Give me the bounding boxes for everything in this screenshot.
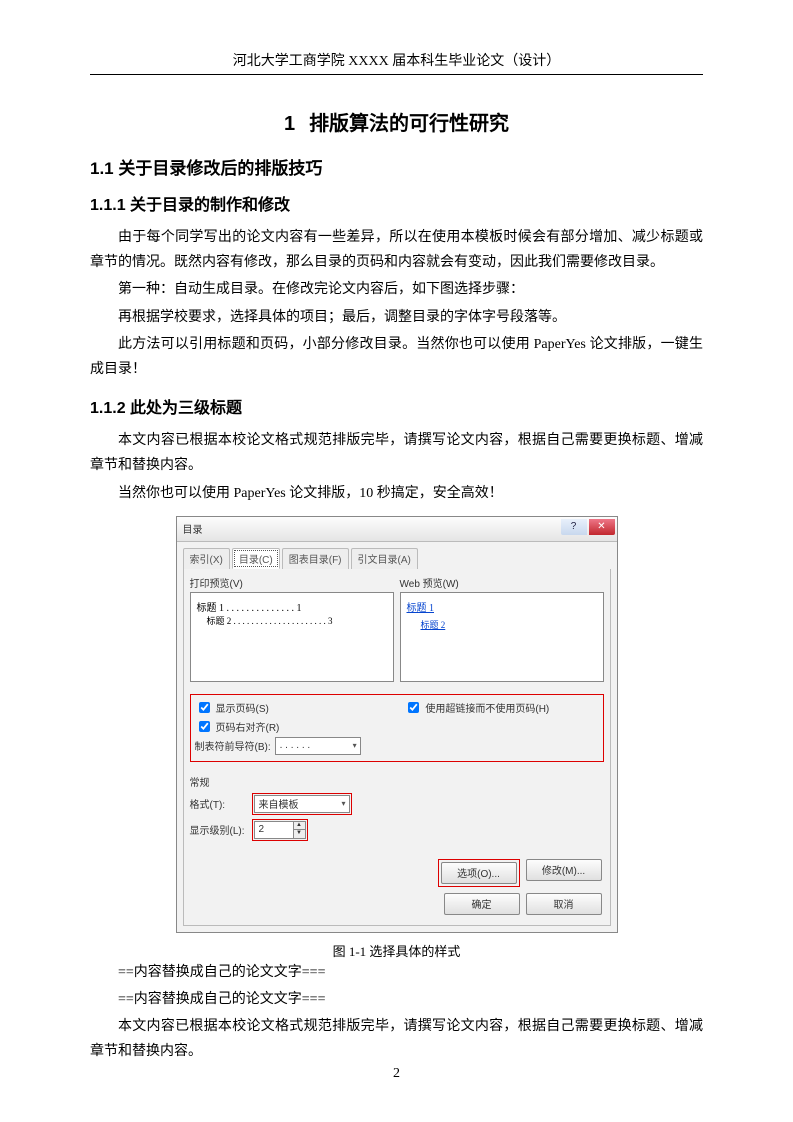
dialog-tabs: 索引(X) 目录(C) 图表目录(F) 引文目录(A) <box>177 542 617 569</box>
leader-value: . . . . . . <box>280 740 311 751</box>
body-paragraph: 此方法可以引用标题和页码，小部分修改目录。当然你也可以使用 PaperYes 论… <box>90 332 703 382</box>
format-label: 格式(T): <box>190 796 246 811</box>
web-preview-label: Web 预览(W) <box>400 575 604 590</box>
figure-caption: 图 1-1 选择具体的样式 <box>90 941 703 960</box>
print-preview-label: 打印预览(V) <box>190 575 394 590</box>
general-group-label: 常规 <box>190 774 604 789</box>
levels-highlight: 2 ▲▼ <box>252 819 308 841</box>
body-paragraph: 再根据学校要求，选择具体的项目；最后，调整目录的字体字号段落等。 <box>90 305 703 330</box>
ok-button[interactable]: 确定 <box>444 893 520 915</box>
checkbox-label: 使用超链接而不使用页码(H) <box>425 700 549 715</box>
cancel-button[interactable]: 取消 <box>526 893 602 915</box>
body-paragraph: ==内容替换成自己的论文文字=== <box>90 960 703 985</box>
checkbox-input[interactable] <box>199 721 210 732</box>
levels-value: 2 <box>259 824 265 835</box>
body-paragraph: 当然你也可以使用 PaperYes 论文排版，10 秒搞定，安全高效！ <box>90 481 703 506</box>
dialog-figure: 目录 ? ✕ 索引(X) 目录(C) 图表目录(F) 引文目录(A) 打印预览(… <box>90 516 703 933</box>
levels-spinner[interactable]: 2 ▲▼ <box>254 821 306 839</box>
heading-3: 1.1.2 此处为三级标题 <box>90 394 703 418</box>
web-preview-link[interactable]: 标题 2 <box>421 618 597 631</box>
checkbox-label: 页码右对齐(R) <box>216 719 280 734</box>
checkbox-show-pageno[interactable]: 显示页码(S) <box>195 699 399 716</box>
highlighted-options: 显示页码(S) 页码右对齐(R) 制表符前导符(B): . . . . . . <box>190 694 604 762</box>
h1-number: 1 <box>284 113 295 135</box>
modify-button[interactable]: 修改(M)... <box>526 859 602 881</box>
body-paragraph: 第一种：自动生成目录。在修改完论文内容后，如下图选择步骤： <box>90 277 703 302</box>
web-preview-box: 标题 1 标题 2 <box>400 592 604 682</box>
checkbox-right-align[interactable]: 页码右对齐(R) <box>195 718 399 735</box>
dialog-title: 目录 <box>183 521 203 536</box>
checkbox-hyperlinks[interactable]: 使用超链接而不使用页码(H) <box>404 699 598 716</box>
levels-label: 显示级别(L): <box>190 822 246 837</box>
leader-select[interactable]: . . . . . . <box>275 737 361 755</box>
dialog-titlebar: 目录 ? ✕ <box>177 517 617 542</box>
tab-figures[interactable]: 图表目录(F) <box>282 548 349 569</box>
body-paragraph: ==内容替换成自己的论文文字=== <box>90 987 703 1012</box>
body-paragraph: 由于每个同学写出的论文内容有一些差异，所以在使用本模板时候会有部分增加、减少标题… <box>90 225 703 275</box>
heading-2: 1.1 关于目录修改后的排版技巧 <box>90 154 703 179</box>
tab-toc[interactable]: 目录(C) <box>232 548 280 569</box>
print-preview-box: 标题 1 . . . . . . . . . . . . . . 1 标题 2 … <box>190 592 394 682</box>
checkbox-input[interactable] <box>199 702 210 713</box>
toc-preview-line: 标题 2 . . . . . . . . . . . . . . . . . .… <box>207 614 387 627</box>
body-paragraph: 本文内容已根据本校论文格式规范排版完毕，请撰写论文内容，根据自己需要更换标题、增… <box>90 428 703 478</box>
toc-preview-line: 标题 1 . . . . . . . . . . . . . . 1 <box>197 599 387 614</box>
close-icon[interactable]: ✕ <box>589 519 615 535</box>
tab-citations[interactable]: 引文目录(A) <box>351 548 418 569</box>
format-value: 来自模板 <box>259 796 299 811</box>
web-preview-link[interactable]: 标题 1 <box>407 603 435 614</box>
tab-index[interactable]: 索引(X) <box>183 548 230 569</box>
page-header: 河北大学工商学院 XXXX 届本科生毕业论文（设计） <box>90 50 703 75</box>
heading-3: 1.1.1 关于目录的制作和修改 <box>90 191 703 215</box>
h1-text: 排版算法的可行性研究 <box>309 113 509 135</box>
format-combo[interactable]: 来自模板 <box>254 795 350 813</box>
leader-label: 制表符前导符(B): <box>195 738 271 753</box>
checkbox-label: 显示页码(S) <box>216 700 269 715</box>
format-highlight: 来自模板 <box>252 793 352 815</box>
dialog-body: 打印预览(V) 标题 1 . . . . . . . . . . . . . .… <box>183 569 611 926</box>
help-icon[interactable]: ? <box>561 519 587 535</box>
options-highlight: 选项(O)... <box>438 859 520 887</box>
body-paragraph: 本文内容已根据本校论文格式规范排版完毕，请撰写论文内容，根据自己需要更换标题、增… <box>90 1014 703 1064</box>
checkbox-input[interactable] <box>408 702 419 713</box>
toc-dialog: 目录 ? ✕ 索引(X) 目录(C) 图表目录(F) 引文目录(A) 打印预览(… <box>176 516 618 933</box>
spinner-buttons[interactable]: ▲▼ <box>293 822 305 838</box>
options-button[interactable]: 选项(O)... <box>441 862 517 884</box>
heading-1: 1 排版算法的可行性研究 <box>90 107 703 136</box>
page-number: 2 <box>0 1066 793 1082</box>
